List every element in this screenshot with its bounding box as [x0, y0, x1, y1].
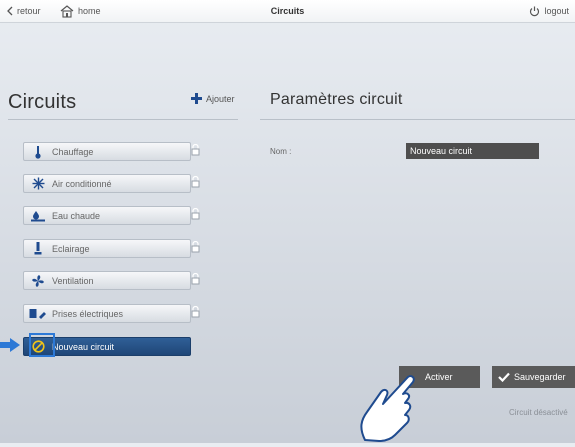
circuit-item-ventilation[interactable]: Ventilation	[23, 271, 200, 290]
lock-icon	[191, 207, 200, 222]
top-bar: retour home Circuits logout	[0, 0, 575, 23]
circuit-label: Air conditionné	[52, 178, 112, 189]
circuit-label: Prises électriques	[52, 308, 124, 319]
plus-icon	[191, 93, 202, 104]
left-divider	[8, 119, 238, 120]
fan-icon	[24, 274, 52, 288]
circuit-item-air-conditionne[interactable]: Air conditionné	[23, 174, 200, 193]
right-divider	[260, 119, 575, 120]
add-label: Ajouter	[206, 93, 235, 104]
pointer-arrow-icon	[0, 338, 20, 352]
logout-button[interactable]: logout	[529, 0, 569, 22]
thermometer-icon	[24, 145, 52, 159]
lock-icon	[191, 305, 200, 320]
lock-icon	[191, 240, 200, 255]
plug-icon	[24, 308, 52, 319]
save-label: Sauvegarder	[514, 372, 566, 382]
water-heater-icon	[24, 210, 52, 222]
tap-hand-icon	[355, 360, 425, 442]
power-icon	[529, 6, 540, 17]
circuit-label: Eclairage	[52, 243, 90, 254]
lock-icon	[191, 175, 200, 190]
circuit-item-eclairage[interactable]: Eclairage	[23, 239, 200, 258]
activate-label: Activer	[425, 372, 453, 382]
parameters-heading: Paramètres circuit	[270, 91, 403, 108]
circuit-label: Nouveau circuit	[52, 341, 115, 352]
circuits-heading: Circuits	[8, 91, 77, 113]
lamp-icon	[24, 241, 52, 256]
logout-label: logout	[544, 6, 569, 16]
save-button[interactable]: Sauvegarder	[492, 366, 575, 388]
name-label: Nom :	[270, 147, 292, 156]
circuit-item-eau-chaude[interactable]: Eau chaude	[23, 206, 200, 225]
circuit-item-prises-electriques[interactable]: Prises électriques	[23, 304, 200, 323]
checkmark-icon	[498, 372, 510, 382]
status-text: Circuit désactivé	[509, 408, 568, 417]
snowflake-icon	[24, 177, 52, 190]
highlight-box	[29, 333, 55, 357]
circuit-label: Chauffage	[52, 146, 94, 157]
circuit-label: Eau chaude	[52, 210, 101, 221]
lock-icon	[191, 143, 200, 158]
circuit-label: Ventilation	[52, 275, 94, 286]
circuit-item-chauffage[interactable]: Chauffage	[23, 142, 200, 161]
page-title: Circuits	[270, 6, 305, 16]
lock-icon	[191, 272, 200, 287]
add-circuit-button[interactable]: Ajouter	[191, 93, 235, 104]
name-input[interactable]: Nouveau circuit	[406, 143, 539, 159]
